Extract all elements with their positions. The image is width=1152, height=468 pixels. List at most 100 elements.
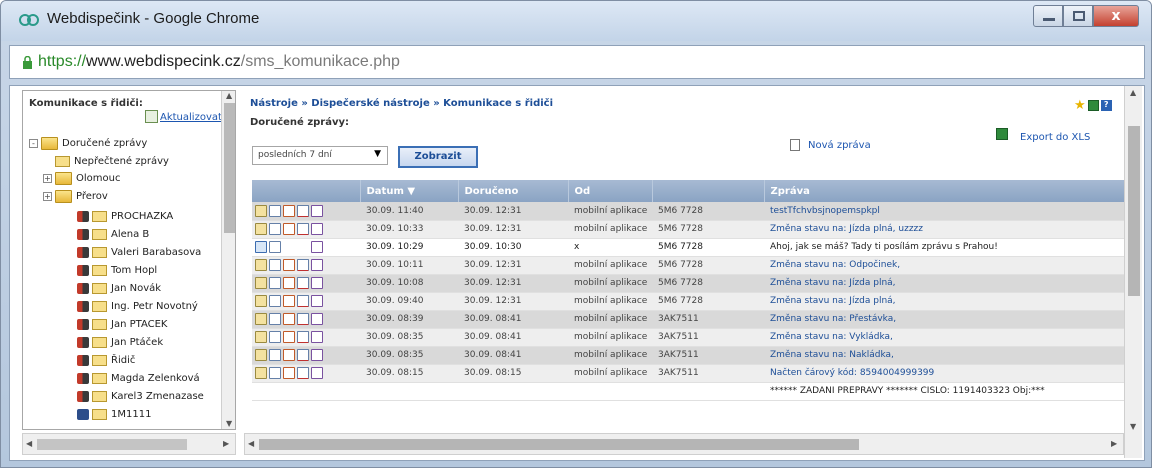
expand-icon[interactable]: + (43, 174, 52, 183)
table-row[interactable]: ****** ZADANI PREPRAVY ******* CISLO: 11… (252, 382, 1140, 401)
archive-icon[interactable] (311, 241, 323, 253)
new-message-link[interactable]: Nová zpráva (790, 139, 871, 151)
delete-icon[interactable] (297, 349, 309, 361)
table-horizontal-scrollbar[interactable]: ◀ ▶ (244, 433, 1124, 455)
tree-item-driver[interactable]: PROCHAZKA (77, 208, 173, 225)
reply-icon[interactable] (269, 259, 281, 271)
tree-item-driver[interactable]: Jan Novák (77, 280, 161, 297)
tree-item-driver[interactable]: Ing. Petr Novotný (77, 298, 198, 315)
reply-icon[interactable] (269, 367, 281, 379)
reply-icon[interactable] (269, 331, 281, 343)
table-row[interactable]: 30.09. 09:40 30.09. 12:31 mobilní aplikace… (252, 292, 1140, 311)
scroll-left-icon[interactable]: ◀ (26, 439, 32, 448)
forward-icon[interactable] (283, 204, 295, 217)
tree-item-driver[interactable]: Řidič (77, 352, 135, 369)
cell-message[interactable]: Změna stavu na: Vykládka, (764, 328, 1140, 347)
reply-icon[interactable] (269, 204, 281, 217)
forward-icon[interactable] (283, 295, 295, 307)
column-header-from[interactable]: Od (568, 180, 653, 202)
archive-icon[interactable] (311, 277, 323, 289)
column-header-date[interactable]: Datum ▼ (360, 180, 459, 202)
forward-icon[interactable] (283, 259, 295, 271)
scrollbar-thumb[interactable] (37, 439, 187, 450)
scroll-up-icon[interactable]: ▲ (226, 91, 232, 100)
table-row[interactable]: 30.09. 08:35 30.09. 08:41 mobilní aplikace… (252, 346, 1140, 365)
envelope-icon[interactable] (255, 295, 267, 307)
table-row[interactable]: 30.09. 08:39 30.09. 08:41 mobilní aplikace… (252, 310, 1140, 329)
column-header-delivered[interactable]: Doručeno (458, 180, 569, 202)
collapse-icon[interactable]: - (29, 139, 38, 148)
table-row[interactable]: 30.09. 08:35 30.09. 08:41 mobilní aplikace… (252, 328, 1140, 347)
forward-icon[interactable] (283, 313, 295, 325)
reply-icon[interactable] (269, 223, 281, 235)
table-row[interactable]: 30.09. 08:15 30.09. 08:15 mobilní aplikace… (252, 364, 1140, 383)
favorite-star-icon[interactable]: ★ (1074, 99, 1086, 112)
table-row[interactable]: 30.09. 11:40 30.09. 12:31 mobilní aplikace… (252, 202, 1140, 221)
table-row[interactable]: 30.09. 10:11 30.09. 12:31 mobilní aplikace… (252, 256, 1140, 275)
delete-icon[interactable] (297, 367, 309, 379)
column-header-message[interactable]: Zpráva (764, 180, 1140, 202)
close-button[interactable]: x (1093, 5, 1139, 27)
scroll-down-icon[interactable]: ▼ (226, 419, 232, 428)
reply-icon[interactable] (269, 277, 281, 289)
scroll-left-icon[interactable]: ◀ (248, 439, 254, 448)
expand-icon[interactable]: + (43, 192, 52, 201)
cell-message[interactable]: Změna stavu na: Jízda plná, (764, 292, 1140, 311)
export-xls-link[interactable]: Export do XLS (996, 128, 1090, 143)
scroll-down-icon[interactable]: ▼ (1130, 422, 1136, 431)
show-button[interactable]: Zobrazit (398, 146, 478, 168)
sidebar-vertical-scrollbar[interactable]: ▲ ▼ (221, 91, 235, 429)
tree-item-unread[interactable]: Nepřečtené zprávy (55, 153, 169, 170)
forward-icon[interactable] (283, 223, 295, 235)
archive-icon[interactable] (311, 331, 323, 343)
delete-icon[interactable] (297, 204, 309, 217)
delete-icon[interactable] (297, 277, 309, 289)
reply-icon[interactable] (269, 295, 281, 307)
cell-message[interactable]: Změna stavu na: Jízda plná, uzzzz (764, 220, 1140, 239)
cell-message[interactable]: Ahoj, jak se máš? Tady ti posílám zprávu… (764, 238, 1140, 257)
tree-item-driver[interactable]: Jan Ptáček (77, 334, 163, 351)
cell-message[interactable]: Změna stavu na: Přestávka, (764, 310, 1140, 329)
table-row[interactable]: 30.09. 10:08 30.09. 12:31 mobilní aplikace… (252, 274, 1140, 293)
breadcrumb[interactable]: Nástroje » Dispečerské nástroje » Komuni… (250, 98, 553, 109)
scrollbar-thumb[interactable] (259, 439, 859, 450)
table-row[interactable]: 30.09. 10:29 30.09. 10:30 x 5M6 7728 Ahoj, j… (252, 238, 1140, 257)
envelope-icon[interactable] (255, 313, 267, 325)
envelope-icon[interactable] (255, 223, 267, 235)
minimize-button[interactable] (1033, 5, 1063, 27)
cell-message[interactable]: Změna stavu na: Nakládka, (764, 346, 1140, 365)
envelope-icon[interactable] (255, 259, 267, 271)
tree-item-inbox[interactable]: - Doručené zprávy (29, 135, 147, 152)
read-status-icon[interactable] (255, 241, 267, 253)
archive-icon[interactable] (311, 367, 323, 379)
tree-item-driver[interactable]: Tom Hopl (77, 262, 157, 279)
envelope-icon[interactable] (255, 367, 267, 379)
archive-icon[interactable] (311, 349, 323, 361)
envelope-icon[interactable] (255, 204, 267, 217)
period-select[interactable]: posledních 7 dní ▼ (252, 146, 388, 165)
envelope-icon[interactable] (255, 277, 267, 289)
maximize-button[interactable] (1063, 5, 1093, 27)
envelope-icon[interactable] (255, 331, 267, 343)
help-icon[interactable]: ? (1100, 100, 1112, 111)
tree-item-olomouc[interactable]: + Olomouc (43, 170, 120, 187)
archive-icon[interactable] (311, 204, 323, 217)
tree-item-driver[interactable]: Valeri Barabasova (77, 244, 201, 261)
tree-item-prerov[interactable]: + Přerov (43, 188, 108, 205)
address-bar[interactable]: https://www.webdispecink.cz/sms_komunika… (9, 45, 1145, 79)
tree-item-vehicle[interactable]: 1M1111 (77, 406, 151, 423)
reply-icon[interactable] (269, 349, 281, 361)
archive-icon[interactable] (311, 259, 323, 271)
tree-item-driver[interactable]: Karel3 Zmenazase (77, 388, 204, 405)
forward-icon[interactable] (283, 349, 295, 361)
sidebar-horizontal-scrollbar[interactable]: ◀ ▶ (22, 433, 236, 455)
tree-item-driver[interactable]: Alena B (77, 226, 149, 243)
tree-item-driver[interactable]: Jan PTACEK (77, 316, 167, 333)
archive-icon[interactable] (311, 295, 323, 307)
reply-icon[interactable] (269, 313, 281, 325)
scrollbar-thumb[interactable] (1128, 126, 1140, 296)
scroll-right-icon[interactable]: ▶ (1111, 439, 1117, 448)
delete-icon[interactable] (297, 313, 309, 325)
reply-icon[interactable] (269, 241, 281, 253)
scrollbar-thumb[interactable] (224, 103, 235, 233)
